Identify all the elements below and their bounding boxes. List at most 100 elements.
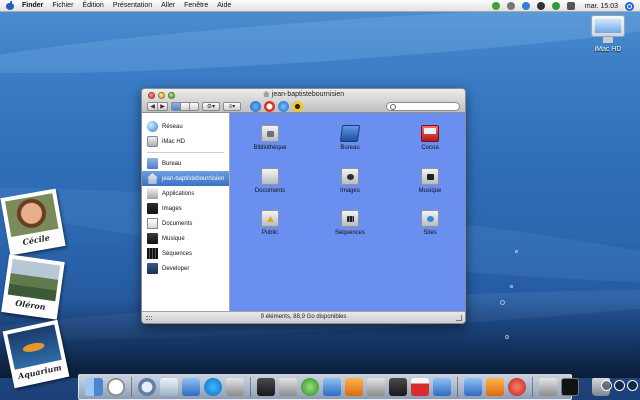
- menu-fichier[interactable]: Fichier: [52, 2, 73, 9]
- music-icon: [147, 233, 158, 244]
- sidebar-item-sequences[interactable]: Séquences: [142, 246, 229, 261]
- expand-icon[interactable]: [601, 380, 612, 391]
- folder-item[interactable]: Public: [240, 210, 300, 236]
- music-folder-icon: [421, 168, 439, 185]
- app-dock-icon[interactable]: [257, 378, 275, 396]
- new-folder-icon[interactable]: [250, 101, 261, 112]
- polaroid-widget[interactable]: Aquarium: [2, 319, 70, 389]
- mail-dock-icon[interactable]: [160, 378, 178, 396]
- sidebar-item-imac-hd[interactable]: iMac HD: [142, 134, 229, 149]
- app-dock-icon[interactable]: [486, 378, 504, 396]
- polaroid-widget[interactable]: Cécile: [0, 188, 66, 256]
- sidebar-item-musique[interactable]: Musique: [142, 231, 229, 246]
- apple-menu-icon[interactable]: [6, 1, 14, 10]
- gear-menu-icon[interactable]: [506, 2, 515, 10]
- search-field[interactable]: [386, 102, 460, 111]
- status-bar: 9 éléments, 88,9 Go disponibles: [142, 311, 465, 323]
- dock-divider: [457, 377, 458, 397]
- window-title-text: jean-baptistebournisien: [271, 91, 345, 98]
- folder-item[interactable]: Bureau: [320, 125, 380, 151]
- system-preferences-dock-icon[interactable]: [539, 378, 557, 396]
- folder-item[interactable]: Musique: [400, 168, 460, 194]
- ical-dock-icon[interactable]: [411, 378, 429, 396]
- volume-icon[interactable]: [566, 2, 575, 10]
- menu-presentation[interactable]: Présentation: [113, 2, 152, 9]
- app-dock-icon[interactable]: [433, 378, 451, 396]
- photo-thumbnail: [5, 193, 59, 238]
- app-dock-icon[interactable]: [389, 378, 407, 396]
- dashboard-dock-icon[interactable]: [107, 378, 125, 396]
- folder-item[interactable]: Bibliothèque: [240, 125, 300, 151]
- app-dock-icon[interactable]: [279, 378, 297, 396]
- stop-icon[interactable]: [264, 101, 275, 112]
- library-folder-icon: [261, 125, 279, 142]
- forward-button[interactable]: ▶: [157, 102, 168, 111]
- sidebar-item-images[interactable]: Images: [142, 201, 229, 216]
- burn-icon[interactable]: [292, 101, 303, 112]
- sidebar-item-label: Applications: [162, 190, 195, 197]
- finder-dock-icon[interactable]: [85, 378, 103, 396]
- folder-item[interactable]: Images: [320, 168, 380, 194]
- itunes-dock-icon[interactable]: [301, 378, 319, 396]
- sidebar-item-label: Réseau: [162, 123, 183, 130]
- xcode-dock-icon[interactable]: [464, 378, 482, 396]
- headphones-icon[interactable]: [536, 2, 545, 10]
- sidebar: Réseau iMac HD Bureau jean-baptistebourn…: [142, 113, 230, 311]
- app-dock-icon[interactable]: [345, 378, 363, 396]
- wallpaper-bubble: [500, 300, 505, 305]
- sidebar-item-developer[interactable]: Developer: [142, 261, 229, 276]
- resize-grip[interactable]: [456, 315, 462, 321]
- sidebar-item-label: Images: [162, 205, 182, 212]
- folder-item[interactable]: Cocoa: [400, 125, 460, 151]
- status-menu-icon[interactable]: [491, 2, 500, 10]
- iphoto-dock-icon[interactable]: [323, 378, 341, 396]
- action-menu-button[interactable]: ⚙▾: [202, 102, 220, 111]
- sidebar-item-home[interactable]: jean-baptistebournisien: [142, 171, 229, 186]
- polaroid-widget[interactable]: Oléron: [1, 254, 65, 320]
- app-dock-icon[interactable]: [182, 378, 200, 396]
- menu-aller[interactable]: Aller: [161, 2, 175, 9]
- menu-edition[interactable]: Édition: [82, 2, 103, 9]
- menu-aide[interactable]: Aide: [217, 2, 231, 9]
- pictures-icon: [147, 203, 158, 214]
- sidebar-item-bureau[interactable]: Bureau: [142, 156, 229, 171]
- window-titlebar[interactable]: jean-baptistebournisien ◀ ▶ ⚙▾ ≡▾: [142, 89, 465, 113]
- desktop-hd-item[interactable]: iMac HD: [583, 15, 633, 53]
- skype-dock-icon[interactable]: [204, 378, 222, 396]
- dock-divider: [131, 377, 132, 397]
- sidebar-item-label: Séquences: [162, 250, 193, 257]
- wallpaper-bubble: [510, 285, 513, 288]
- sidebar-resize-handle[interactable]: [146, 316, 152, 320]
- toolbar: ◀ ▶ ⚙▾ ≡▾: [147, 101, 460, 112]
- app-dock-icon[interactable]: [367, 378, 385, 396]
- sidebar-item-applications[interactable]: Applications: [142, 186, 229, 201]
- app-dock-icon[interactable]: [508, 378, 526, 396]
- window-body: Réseau iMac HD Bureau jean-baptistebourn…: [142, 113, 465, 311]
- info-icon[interactable]: [278, 101, 289, 112]
- app-dock-icon[interactable]: [226, 378, 244, 396]
- sidebar-item-reseau[interactable]: Réseau: [142, 119, 229, 134]
- folder-label: Documents: [254, 188, 286, 194]
- sites-folder-icon: [421, 210, 439, 227]
- safari-dock-icon[interactable]: [138, 378, 156, 396]
- terminal-dock-icon[interactable]: [561, 378, 579, 396]
- folder-item[interactable]: Documents: [240, 168, 300, 194]
- menu-clock[interactable]: mar. 15:03: [585, 3, 618, 10]
- icon-view-area[interactable]: Bibliothèque Bureau Cocoa Documents Imag…: [230, 113, 465, 311]
- arrange-menu-button[interactable]: ≡▾: [223, 102, 241, 111]
- sidebar-item-documents[interactable]: Documents: [142, 216, 229, 231]
- column-view-button[interactable]: [189, 102, 199, 111]
- view-mode-group: [171, 102, 199, 111]
- menu-finder[interactable]: Finder: [22, 2, 43, 9]
- menu-fenetre[interactable]: Fenêtre: [184, 2, 208, 9]
- sidebar-divider: [147, 152, 224, 153]
- spotlight-icon[interactable]: [625, 1, 634, 11]
- globe-icon: [147, 121, 158, 132]
- expand-icon[interactable]: [614, 380, 625, 391]
- folder-item[interactable]: Séquences: [320, 210, 380, 236]
- folder-item[interactable]: Sites: [400, 210, 460, 236]
- battery-icon[interactable]: [551, 2, 560, 10]
- bluetooth-icon[interactable]: [521, 2, 530, 10]
- folder-label: Bureau: [340, 145, 360, 151]
- fullscreen-icon[interactable]: [627, 380, 638, 391]
